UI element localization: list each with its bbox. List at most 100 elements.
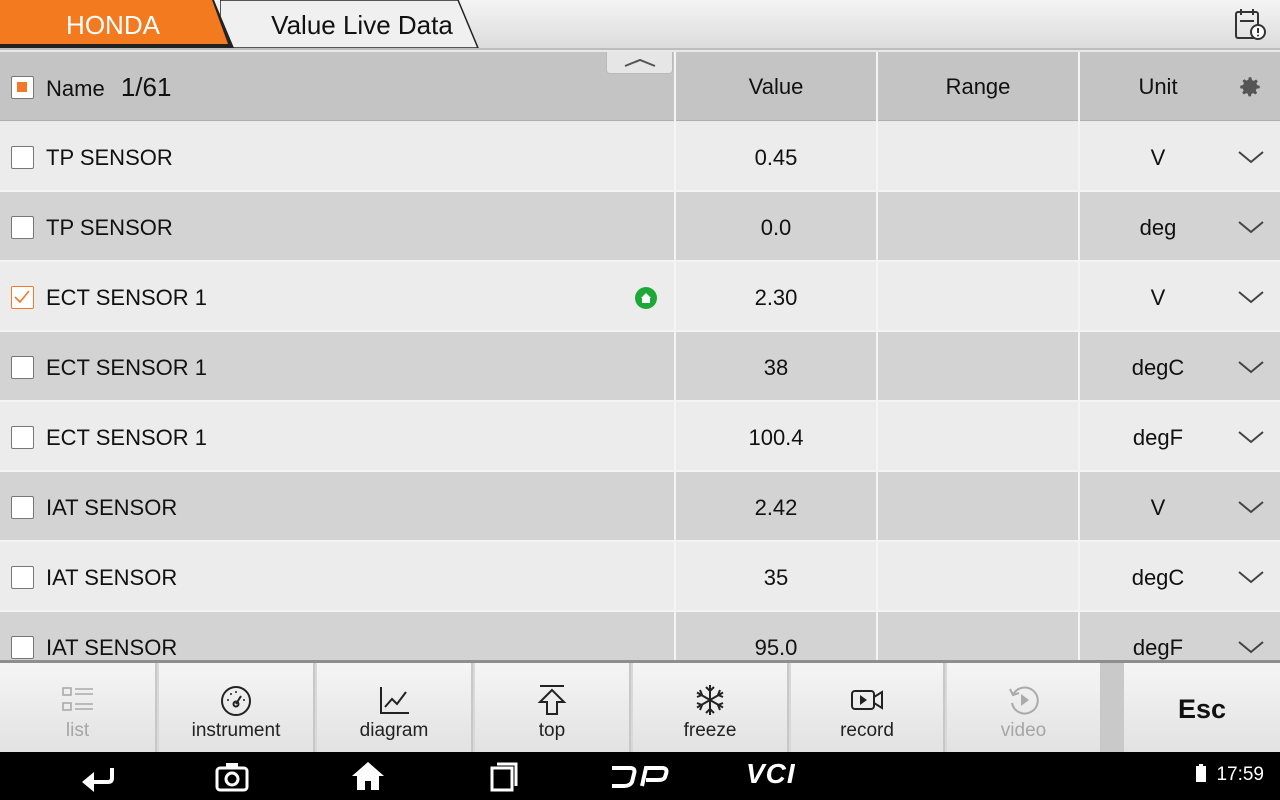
row-unit: degF — [1132, 425, 1184, 450]
breadcrumb-page[interactable]: Value Live Data — [220, 0, 490, 48]
video-label: video — [1000, 720, 1047, 741]
list-icon — [61, 687, 93, 711]
row-unit: degC — [1131, 355, 1185, 380]
diagram-label: diagram — [359, 720, 429, 741]
row-name: IAT SENSOR — [46, 635, 178, 660]
line-chart-icon — [380, 687, 409, 714]
name-column-header: Name 1/61 — [46, 52, 171, 121]
page-title: Value Live Data — [271, 10, 453, 40]
record-button[interactable]: record — [791, 663, 945, 752]
chevron-down-icon[interactable] — [1236, 214, 1266, 240]
top-button[interactable]: top — [475, 663, 631, 752]
chevron-down-icon[interactable] — [1236, 494, 1266, 520]
row-name: IAT SENSOR — [46, 495, 178, 520]
esc-button[interactable]: Esc — [1124, 663, 1280, 752]
chevron-down-icon[interactable] — [1236, 284, 1266, 310]
row-checkbox[interactable] — [11, 356, 34, 379]
live-data-table: Name 1/61 Value Range Unit TP SENSOR 0.4… — [0, 52, 1280, 660]
table-row[interactable]: IAT SENSOR 2.42 V — [0, 472, 1280, 542]
freeze-button[interactable]: freeze — [633, 663, 789, 752]
gear-icon[interactable] — [1237, 74, 1263, 100]
gauge-icon — [221, 686, 251, 716]
row-name: ECT SENSOR 1 — [46, 425, 207, 450]
row-value: 95.0 — [754, 635, 798, 660]
row-value: 100.4 — [748, 425, 804, 450]
clock: 17:59 — [1216, 764, 1264, 785]
table-row[interactable]: IAT SENSOR 95.0 degF — [0, 612, 1280, 660]
replay-icon — [1008, 686, 1039, 715]
table-row[interactable]: TP SENSOR 0.0 deg — [0, 192, 1280, 262]
snowflake-icon — [696, 685, 724, 715]
video-camera-icon — [851, 690, 883, 710]
freeze-label: freeze — [683, 720, 737, 741]
chevron-down-icon[interactable] — [1236, 564, 1266, 590]
row-value: 38 — [763, 355, 789, 380]
row-checkbox[interactable] — [11, 566, 34, 589]
chevron-down-icon[interactable] — [1236, 354, 1266, 380]
toolbar-spacer — [1102, 663, 1124, 752]
table-header: Name 1/61 Value Range Unit — [0, 52, 1280, 121]
diagram-button[interactable]: diagram — [317, 663, 473, 752]
breadcrumb-brand[interactable]: HONDA — [0, 0, 240, 48]
chevron-down-icon[interactable] — [1236, 634, 1266, 660]
column-divider — [674, 52, 676, 660]
list-button[interactable]: list — [0, 663, 157, 752]
row-name: ECT SENSOR 1 — [46, 355, 207, 380]
camera-icon[interactable] — [214, 760, 250, 792]
battery-icon — [1196, 764, 1207, 782]
chevron-up-icon — [624, 58, 656, 67]
instrument-label: instrument — [191, 720, 281, 741]
select-all-checkbox[interactable] — [11, 76, 34, 99]
chevron-down-icon[interactable] — [1236, 424, 1266, 450]
list-label: list — [65, 720, 90, 741]
table-row[interactable]: IAT SENSOR 35 degC — [0, 542, 1280, 612]
collapse-header-button[interactable] — [606, 52, 673, 74]
unit-column-header: Unit — [1138, 74, 1178, 99]
brand-label: HONDA — [66, 10, 160, 40]
row-name: TP SENSOR — [46, 145, 173, 170]
row-checkbox[interactable] — [11, 286, 34, 309]
row-checkbox[interactable] — [11, 496, 34, 519]
home-icon[interactable] — [350, 760, 386, 792]
record-label: record — [840, 720, 894, 741]
row-name: TP SENSOR — [46, 215, 173, 240]
wifi-icon — [1168, 771, 1177, 781]
row-checkbox[interactable] — [11, 426, 34, 449]
row-checkbox[interactable] — [11, 636, 34, 659]
row-unit: degF — [1132, 635, 1184, 660]
row-checkbox[interactable] — [11, 216, 34, 239]
chevron-down-icon[interactable] — [1236, 144, 1266, 170]
row-value: 0.0 — [760, 215, 792, 240]
column-divider — [876, 52, 878, 660]
video-button[interactable]: video — [947, 663, 1102, 752]
table-row[interactable]: TP SENSOR 0.45 V — [0, 122, 1280, 192]
system-nav-bar: VCI 17:59 — [0, 752, 1280, 800]
vci-indicator[interactable]: VCI — [746, 758, 796, 790]
status-area: 17:59 — [1168, 764, 1264, 786]
back-icon[interactable] — [80, 760, 116, 792]
value-column-header: Value — [748, 74, 804, 99]
table-row[interactable]: ECT SENSOR 1 100.4 degF — [0, 402, 1280, 472]
table-row[interactable]: ECT SENSOR 1 38 degC — [0, 332, 1280, 402]
row-value: 2.30 — [754, 285, 798, 310]
arrow-to-top-icon — [537, 685, 567, 715]
row-unit: V — [1150, 145, 1166, 170]
row-value: 0.45 — [754, 145, 798, 170]
row-unit: degC — [1131, 565, 1185, 590]
column-divider — [1078, 52, 1080, 660]
range-column-header: Range — [945, 74, 1011, 99]
row-unit: deg — [1139, 215, 1177, 240]
recent-apps-icon[interactable] — [488, 760, 520, 792]
row-value: 35 — [763, 565, 789, 590]
row-unit: V — [1150, 285, 1166, 310]
report-icon[interactable] — [1232, 6, 1268, 42]
checkmark-icon — [14, 290, 30, 304]
top-label: top — [538, 720, 566, 741]
dp-logo-icon[interactable] — [610, 760, 670, 792]
instrument-button[interactable]: instrument — [159, 663, 315, 752]
row-checkbox[interactable] — [11, 146, 34, 169]
row-unit: V — [1150, 495, 1166, 520]
row-name: ECT SENSOR 1 — [46, 285, 207, 310]
home-badge-icon — [635, 287, 657, 309]
table-row[interactable]: ECT SENSOR 1 2.30 V — [0, 262, 1280, 332]
